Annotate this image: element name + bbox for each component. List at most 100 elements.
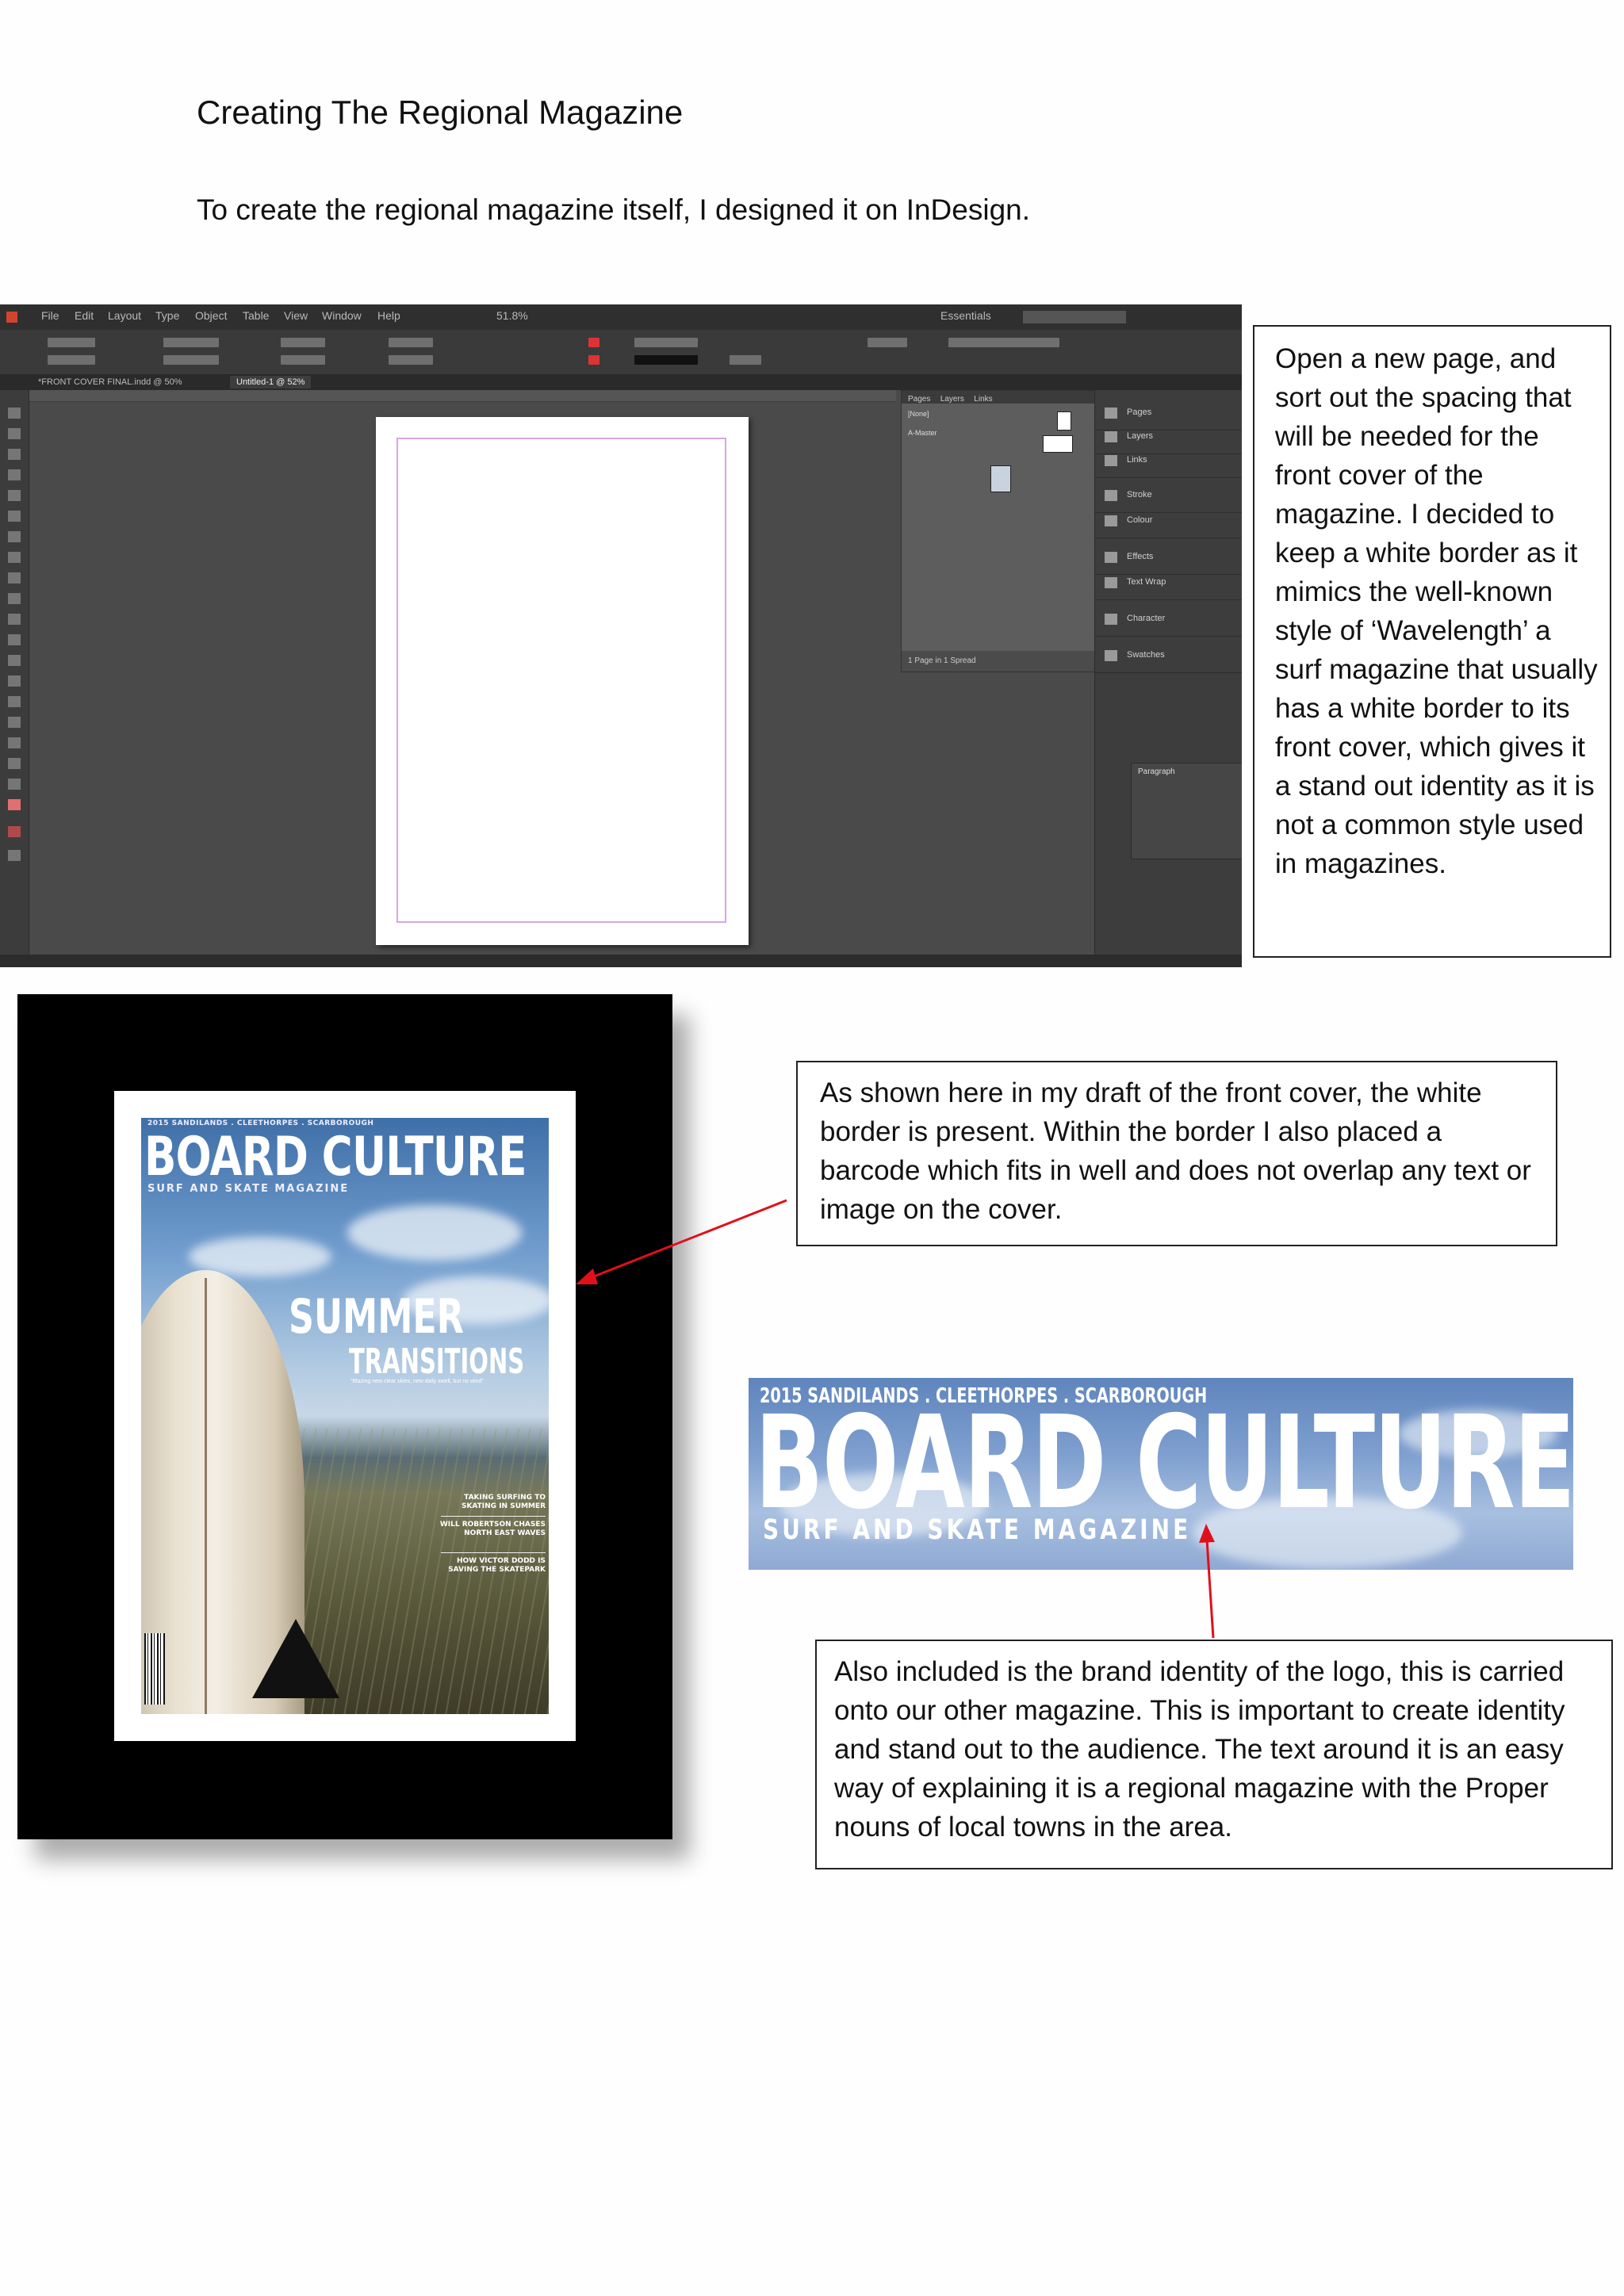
tab-front-cover[interactable]: *FRONT COVER FINAL.indd @ 50% [32, 376, 189, 388]
width-field[interactable] [163, 338, 219, 347]
blank-document-page[interactable] [376, 417, 749, 945]
zoom-tool-icon[interactable] [8, 779, 21, 790]
pencil-tool-icon[interactable] [8, 572, 21, 584]
colour-icon [1105, 515, 1117, 526]
scale-x-field[interactable] [281, 338, 325, 347]
dock-links[interactable]: Links [1095, 446, 1242, 478]
stroke-weight-field[interactable] [634, 338, 698, 347]
screen-mode-icon[interactable] [8, 850, 21, 861]
page-1-thumb[interactable] [990, 465, 1011, 492]
menu-object[interactable]: Object [195, 309, 227, 322]
cover-story-1: TAKING SURFING TO SKATING IN SUMMER [461, 1494, 546, 1510]
menu-edit[interactable]: Edit [75, 309, 94, 322]
cover-story-2: WILL ROBERTSON CHASES NORTH EAST WAVES [439, 1521, 546, 1537]
menu-table[interactable]: Table [243, 309, 269, 322]
callout-brand-identity: Also included is the brand identity of t… [815, 1640, 1613, 1869]
stroke-type-field[interactable] [634, 355, 698, 365]
effects-icon [1105, 552, 1117, 563]
swatches-icon [1105, 650, 1117, 661]
cover-subtitle: SURF AND SKATE MAGAZINE [147, 1183, 350, 1195]
direct-selection-tool-icon[interactable] [8, 428, 21, 439]
stroke-swatch-icon[interactable] [588, 355, 599, 365]
cover-masthead: BOARD CULTURE [144, 1126, 527, 1188]
scale-y-field[interactable] [281, 355, 325, 365]
pen-tool-icon[interactable] [8, 552, 21, 563]
gap-tool-icon[interactable] [8, 469, 21, 480]
menu-help[interactable]: Help [377, 309, 400, 322]
cover-headline-transitions: TRANSITIONS [349, 1341, 525, 1382]
reference-field[interactable] [868, 338, 907, 347]
masthead-closeup: 2015 SANDILANDS . CLEETHORPES . SCARBORO… [749, 1378, 1573, 1570]
dock-swatches[interactable]: Swatches [1095, 641, 1242, 673]
margin-guides [396, 438, 726, 923]
tools-panel [0, 390, 29, 961]
character-icon [1105, 614, 1117, 625]
indesign-app-icon [6, 312, 17, 323]
x-field[interactable] [48, 338, 95, 347]
fill-swatch-icon[interactable] [588, 338, 599, 347]
apply-none-icon[interactable] [8, 826, 21, 837]
eyedropper-tool-icon[interactable] [8, 737, 21, 748]
horizontal-ruler [0, 390, 896, 402]
menu-window[interactable]: Window [322, 309, 362, 322]
paragraph-panel-title[interactable]: Paragraph [1138, 767, 1175, 776]
search-field[interactable] [1023, 311, 1126, 323]
cover-photo: 2015 SANDILANDS . CLEETHORPES . SCARBORO… [141, 1118, 549, 1714]
menu-file[interactable]: File [41, 309, 59, 322]
pages-panel: Pages Layers Links [None] A-Master 1 Pag… [901, 390, 1096, 672]
rotate-field[interactable] [389, 338, 433, 347]
type-tool-icon[interactable] [8, 511, 21, 522]
y-field[interactable] [48, 355, 95, 365]
menu-layout[interactable]: Layout [108, 309, 141, 322]
control-panel [0, 330, 1242, 374]
dock-colour[interactable]: Colour [1095, 506, 1242, 538]
banner-masthead: BOARD CULTURE [755, 1389, 1573, 1538]
callout-new-page: Open a new page, and sort out the spacin… [1253, 325, 1611, 958]
rectangle-tool-icon[interactable] [8, 614, 21, 625]
hand-tool-icon[interactable] [8, 758, 21, 769]
note-tool-icon[interactable] [8, 717, 21, 728]
panel-tab-links[interactable]: Links [974, 395, 992, 404]
callout-white-border: As shown here in my draft of the front c… [796, 1061, 1557, 1246]
shear-field[interactable] [389, 355, 433, 365]
fill-stroke-icon[interactable] [8, 799, 21, 810]
panel-dock: Pages Layers Links Stroke Colour Effects… [1094, 390, 1242, 961]
object-style-field[interactable] [948, 338, 1059, 347]
line-tool-icon[interactable] [8, 531, 21, 542]
master-a-thumb[interactable] [1043, 435, 1073, 453]
cover-tagline: “Blazing new clear skies, new daily swel… [350, 1379, 484, 1384]
pages-icon [1105, 408, 1117, 419]
rectangle-frame-tool-icon[interactable] [8, 593, 21, 604]
content-collector-icon[interactable] [8, 490, 21, 501]
selection-tool-icon[interactable] [8, 408, 21, 419]
intro-text: To create the regional magazine itself, … [197, 193, 1031, 226]
menu-type[interactable]: Type [155, 309, 179, 322]
paragraph-panel: Paragraph [1131, 763, 1242, 859]
height-field[interactable] [163, 355, 219, 365]
pages-count: 1 Page in 1 Spread [908, 656, 976, 665]
panel-tab-layers[interactable]: Layers [940, 395, 964, 404]
cover-headline-summer: SUMMER [289, 1289, 464, 1345]
gradient-feather-icon[interactable] [8, 696, 21, 707]
status-bar [0, 955, 1242, 967]
menu-view[interactable]: View [284, 309, 308, 322]
scissors-tool-icon[interactable] [8, 634, 21, 645]
cover-story-3: HOW VICTOR DODD IS SAVING THE SKATEPARK [448, 1557, 546, 1574]
layers-icon [1105, 431, 1117, 442]
stroke-icon [1105, 490, 1117, 501]
workspace-switcher[interactable]: Essentials [940, 309, 991, 322]
zoom-level[interactable]: 51.8% [496, 309, 528, 322]
master-none-thumb[interactable] [1057, 411, 1071, 430]
dock-text-wrap[interactable]: Text Wrap [1095, 568, 1242, 600]
page-tool-icon[interactable] [8, 449, 21, 460]
banner-subtitle: SURF AND SKATE MAGAZINE [763, 1514, 1192, 1546]
dock-character[interactable]: Character [1095, 604, 1242, 637]
panel-tab-pages[interactable]: Pages [908, 395, 930, 404]
barcode [144, 1633, 165, 1705]
opacity-field[interactable] [730, 355, 761, 365]
brand-logo-icon [252, 1619, 339, 1698]
tab-untitled[interactable]: Untitled-1 @ 52% [230, 376, 312, 388]
page-title: Creating The Regional Magazine [197, 94, 684, 131]
gradient-tool-icon[interactable] [8, 675, 21, 687]
free-transform-tool-icon[interactable] [8, 655, 21, 666]
